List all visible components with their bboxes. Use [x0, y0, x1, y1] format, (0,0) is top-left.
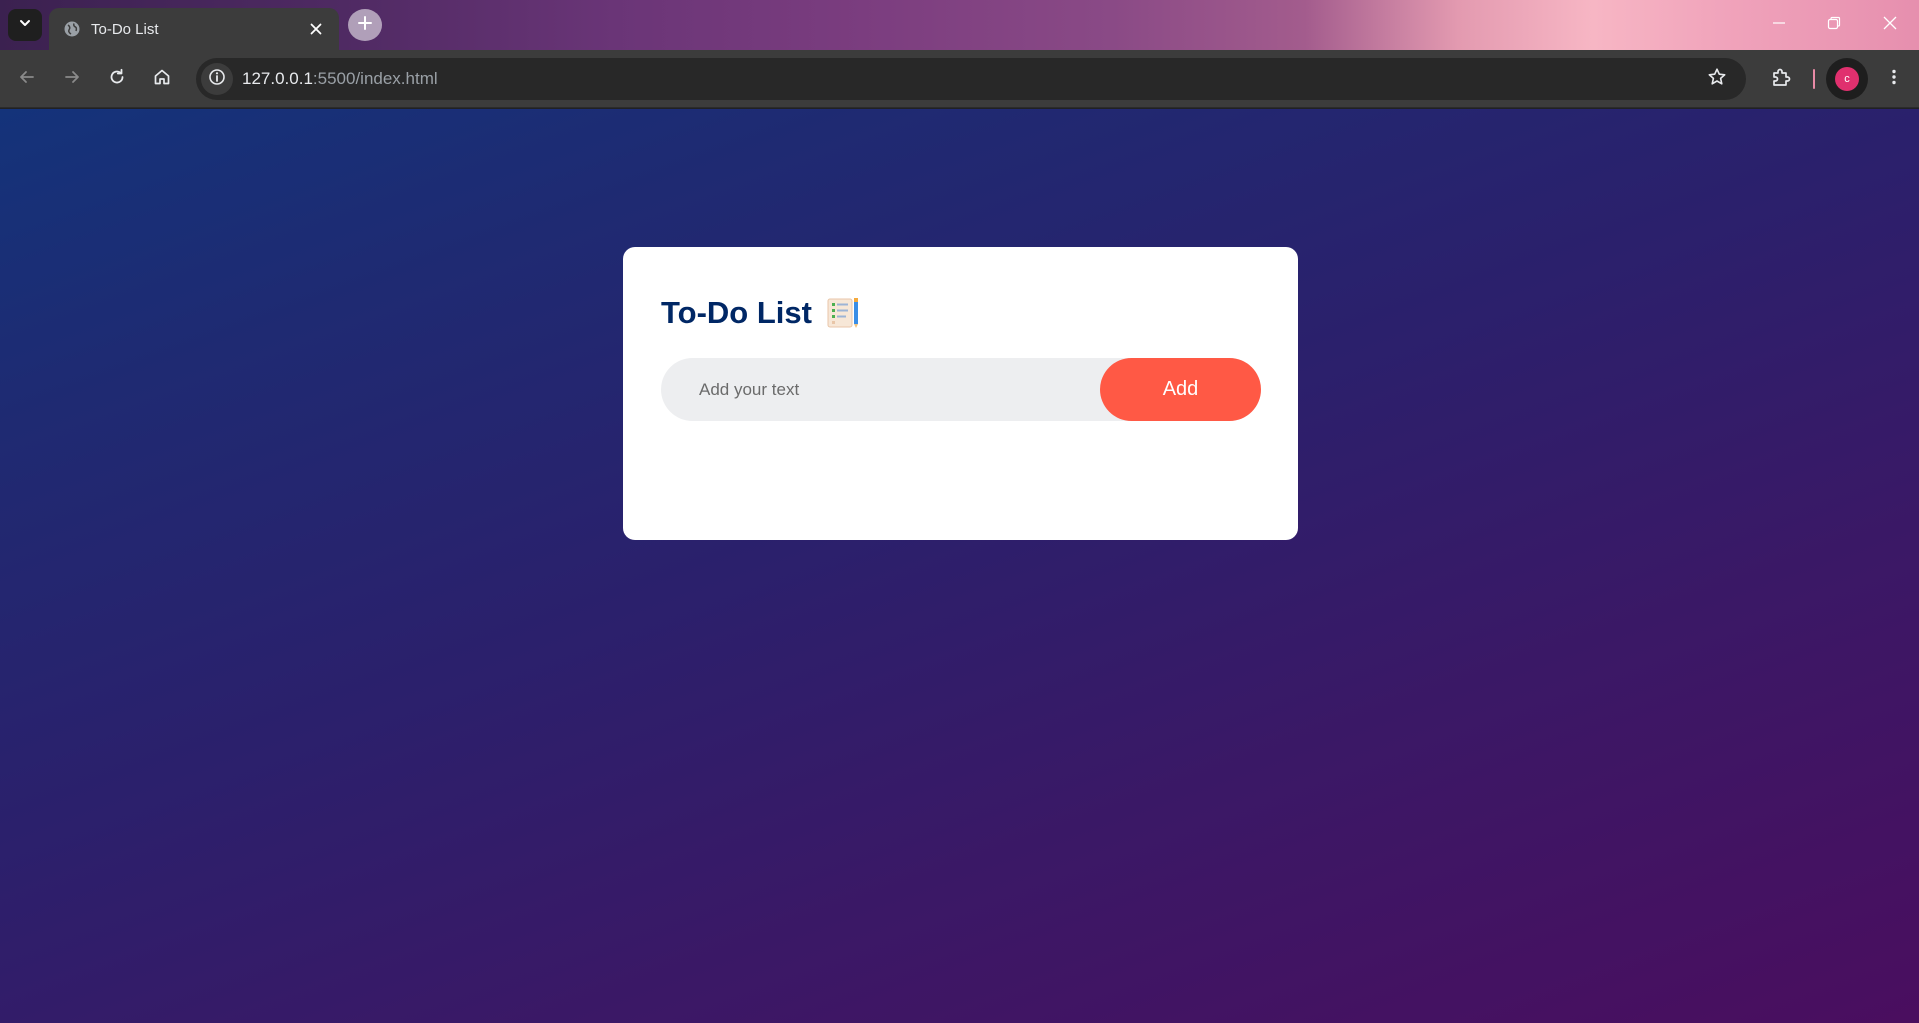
browser-menu-button[interactable]: [1877, 62, 1911, 96]
browser-title-bar: To-Do List: [0, 0, 1919, 50]
add-button[interactable]: Add: [1100, 358, 1261, 421]
todo-list: [661, 437, 1261, 507]
arrow-right-icon: [63, 68, 81, 91]
globe-icon: [63, 20, 81, 38]
notepad-checklist-icon: [826, 296, 860, 330]
tab-title: To-Do List: [91, 20, 159, 38]
plus-icon: [358, 15, 372, 35]
reload-button[interactable]: [100, 62, 134, 96]
todo-app-card: To-Do List Add: [623, 247, 1298, 540]
profile-button[interactable]: c: [1826, 58, 1868, 100]
browser-toolbar: 127.0.0.1:5500/index.html c: [0, 50, 1919, 108]
new-tab-button[interactable]: [348, 9, 382, 41]
avatar: c: [1835, 67, 1859, 91]
minimize-button[interactable]: [1751, 0, 1807, 50]
todo-input-row: Add: [661, 358, 1261, 421]
restore-button[interactable]: [1806, 0, 1862, 50]
url-text[interactable]: 127.0.0.1:5500/index.html: [242, 69, 438, 89]
tab-search-button[interactable]: [8, 9, 42, 41]
close-icon: [1883, 16, 1897, 35]
chevron-down-icon: [18, 16, 32, 35]
address-bar[interactable]: 127.0.0.1:5500/index.html: [196, 58, 1746, 100]
arrow-left-icon: [18, 68, 36, 91]
toolbar-divider: [1813, 69, 1815, 89]
info-icon: [208, 68, 226, 91]
forward-button[interactable]: [55, 62, 89, 96]
more-vertical-icon: [1885, 68, 1903, 91]
url-path: :5500/index.html: [312, 69, 438, 88]
minimize-icon: [1772, 16, 1786, 35]
close-tab-icon[interactable]: [305, 18, 327, 40]
bookmark-button[interactable]: [1702, 64, 1732, 94]
url-host: 127.0.0.1: [242, 69, 313, 88]
close-window-button[interactable]: [1862, 0, 1918, 50]
restore-icon: [1827, 16, 1841, 35]
reload-icon: [108, 68, 126, 91]
page-title: To-Do List: [661, 295, 860, 331]
page-viewport: To-Do List Add: [0, 109, 1919, 1023]
home-icon: [153, 68, 171, 91]
site-info-button[interactable]: [201, 63, 233, 95]
browser-tab-active[interactable]: To-Do List: [49, 8, 339, 50]
puzzle-icon: [1770, 66, 1792, 93]
extensions-button[interactable]: [1764, 62, 1798, 96]
todo-text-input[interactable]: [661, 358, 1101, 421]
page-title-text: To-Do List: [661, 295, 812, 330]
home-button[interactable]: [145, 62, 179, 96]
star-icon: [1707, 67, 1727, 92]
back-button[interactable]: [10, 62, 44, 96]
